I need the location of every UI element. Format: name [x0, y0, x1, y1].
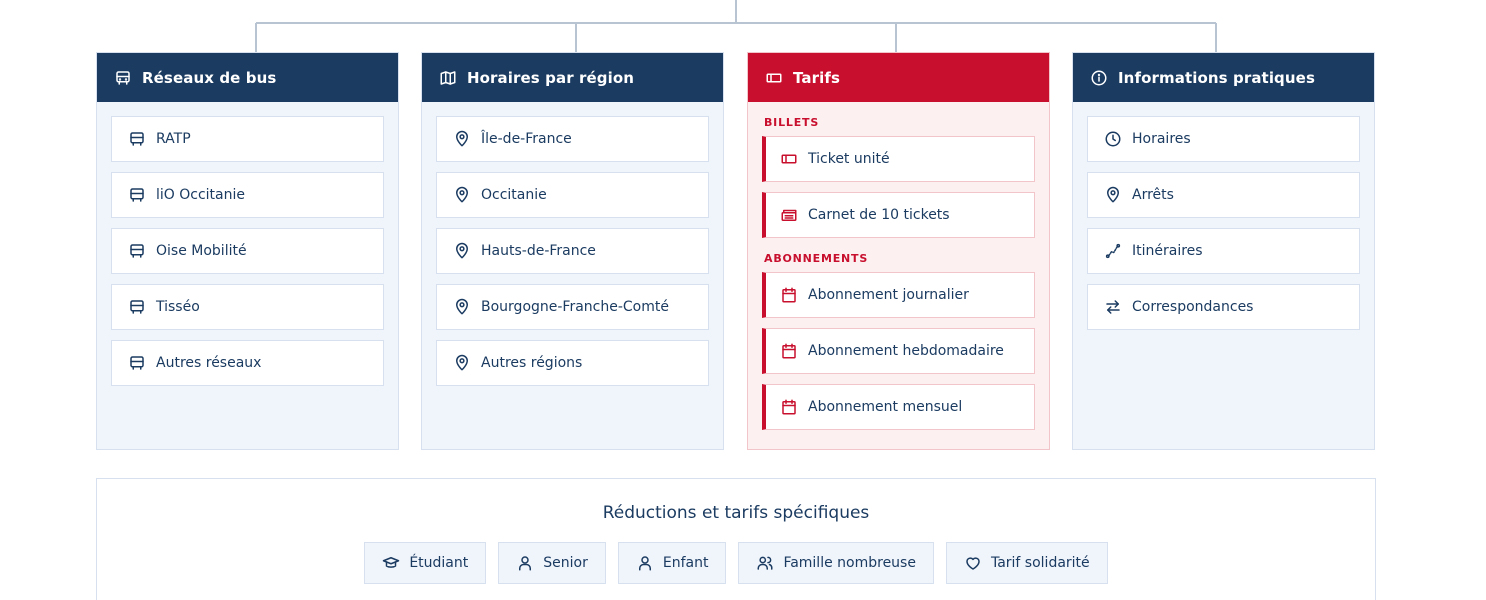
user-icon [636, 554, 654, 572]
column-practical-info: Informations pratiques Horaires Arrêts I… [1072, 52, 1375, 450]
tree-connectors [0, 0, 1486, 52]
route-icon [1104, 242, 1122, 260]
map-pin-icon [453, 130, 471, 148]
list-item-bourgogne-franche-comte[interactable]: Bourgogne-Franche-Comté [436, 284, 709, 330]
map-pin-icon [453, 354, 471, 372]
reductions-panel: Réductions et tarifs spécifiques Étudian… [96, 478, 1376, 600]
list-item-carnet-10-tickets[interactable]: Carnet de 10 tickets [762, 192, 1035, 238]
item-label: Abonnement journalier [808, 287, 969, 303]
pill-tarif-solidarite[interactable]: Tarif solidarité [945, 542, 1108, 584]
column-fares: Tarifs BILLETS Ticket unité Carnet de 10… [747, 52, 1050, 450]
pill-label: Famille nombreuse [783, 555, 916, 571]
item-label: RATP [156, 131, 191, 147]
user-icon [516, 554, 534, 572]
item-label: Tisséo [156, 299, 200, 315]
item-label: Autres réseaux [156, 355, 262, 371]
list-item-abonnement-journalier[interactable]: Abonnement journalier [762, 272, 1035, 318]
pill-label: Enfant [662, 555, 709, 571]
section-heading-billets: BILLETS [764, 116, 820, 129]
bus-icon [128, 186, 146, 204]
item-label: Autres régions [481, 355, 583, 371]
item-label: Arrêts [1132, 187, 1174, 203]
pill-senior[interactable]: Senior [498, 542, 606, 584]
list-item-autres-regions[interactable]: Autres régions [436, 340, 709, 386]
arrows-swap-icon [1104, 298, 1122, 316]
pill-label: Étudiant [409, 555, 469, 571]
pill-enfant[interactable]: Enfant [617, 542, 727, 584]
item-label: Oise Mobilité [156, 243, 247, 259]
map-pin-icon [1104, 186, 1122, 204]
column-bus-networks: Réseaux de bus RATP liO Occitanie Oise M… [96, 52, 399, 450]
pill-label: Senior [543, 555, 588, 571]
info-icon [1090, 69, 1108, 87]
list-item-tisseo[interactable]: Tisséo [111, 284, 384, 330]
bus-icon [128, 354, 146, 372]
calendar-icon [780, 398, 798, 416]
item-label: Correspondances [1132, 299, 1254, 315]
column-header[interactable]: Informations pratiques [1073, 53, 1374, 102]
map-pin-icon [453, 298, 471, 316]
graduation-cap-icon [382, 554, 400, 572]
item-label: Abonnement mensuel [808, 399, 963, 415]
list-item-lio-occitanie[interactable]: liO Occitanie [111, 172, 384, 218]
pill-famille-nombreuse[interactable]: Famille nombreuse [738, 542, 934, 584]
item-label: Bourgogne-Franche-Comté [481, 299, 669, 315]
item-label: Horaires [1132, 131, 1191, 147]
section-heading-abonnements: ABONNEMENTS [764, 252, 869, 265]
item-label: Hauts-de-France [481, 243, 596, 259]
list-item-oise-mobilite[interactable]: Oise Mobilité [111, 228, 384, 274]
list-item-abonnement-hebdomadaire[interactable]: Abonnement hebdomadaire [762, 328, 1035, 374]
column-header[interactable]: Tarifs [748, 53, 1049, 102]
list-item-correspondances[interactable]: Correspondances [1087, 284, 1360, 330]
map-pin-icon [453, 186, 471, 204]
list-item-ile-de-france[interactable]: Île-de-France [436, 116, 709, 162]
bus-icon [128, 242, 146, 260]
clock-icon [1104, 130, 1122, 148]
column-title: Horaires par région [467, 68, 635, 87]
pill-label: Tarif solidarité [990, 555, 1090, 571]
item-label: Carnet de 10 tickets [808, 207, 950, 223]
item-label: Île-de-France [481, 131, 572, 147]
column-title: Informations pratiques [1118, 68, 1315, 87]
list-item-occitanie[interactable]: Occitanie [436, 172, 709, 218]
item-label: Abonnement hebdomadaire [808, 343, 1004, 359]
item-label: Ticket unité [808, 151, 890, 167]
list-item-horaires[interactable]: Horaires [1087, 116, 1360, 162]
reductions-title: Réductions et tarifs spécifiques [602, 503, 870, 523]
list-item-arrets[interactable]: Arrêts [1087, 172, 1360, 218]
item-label: Itinéraires [1132, 243, 1203, 259]
reductions-list: Étudiant Senior Enfant Famille nombreuse… [97, 542, 1375, 584]
item-label: Occitanie [481, 187, 547, 203]
bus-icon [128, 298, 146, 316]
list-item-ticket-unite[interactable]: Ticket unité [762, 136, 1035, 182]
calendar-icon [780, 286, 798, 304]
map-pin-icon [453, 242, 471, 260]
calendar-icon [780, 342, 798, 360]
list-item-hauts-de-france[interactable]: Hauts-de-France [436, 228, 709, 274]
heart-icon [964, 554, 982, 572]
map-icon [439, 69, 457, 87]
tickets-icon [780, 206, 798, 224]
list-item-autres-reseaux[interactable]: Autres réseaux [111, 340, 384, 386]
column-header[interactable]: Réseaux de bus [97, 53, 398, 102]
list-item-itineraires[interactable]: Itinéraires [1087, 228, 1360, 274]
bus-icon [128, 130, 146, 148]
ticket-icon [765, 69, 783, 87]
list-item-abonnement-mensuel[interactable]: Abonnement mensuel [762, 384, 1035, 430]
users-icon [756, 554, 774, 572]
bus-icon [114, 69, 132, 87]
item-label: liO Occitanie [156, 187, 245, 203]
list-item-ratp[interactable]: RATP [111, 116, 384, 162]
column-title: Tarifs [793, 68, 841, 87]
column-title: Réseaux de bus [142, 68, 277, 87]
column-header[interactable]: Horaires par région [422, 53, 723, 102]
pill-etudiant[interactable]: Étudiant [364, 542, 487, 584]
column-schedules-by-region: Horaires par région Île-de-France Occita… [421, 52, 724, 450]
ticket-icon [780, 150, 798, 168]
